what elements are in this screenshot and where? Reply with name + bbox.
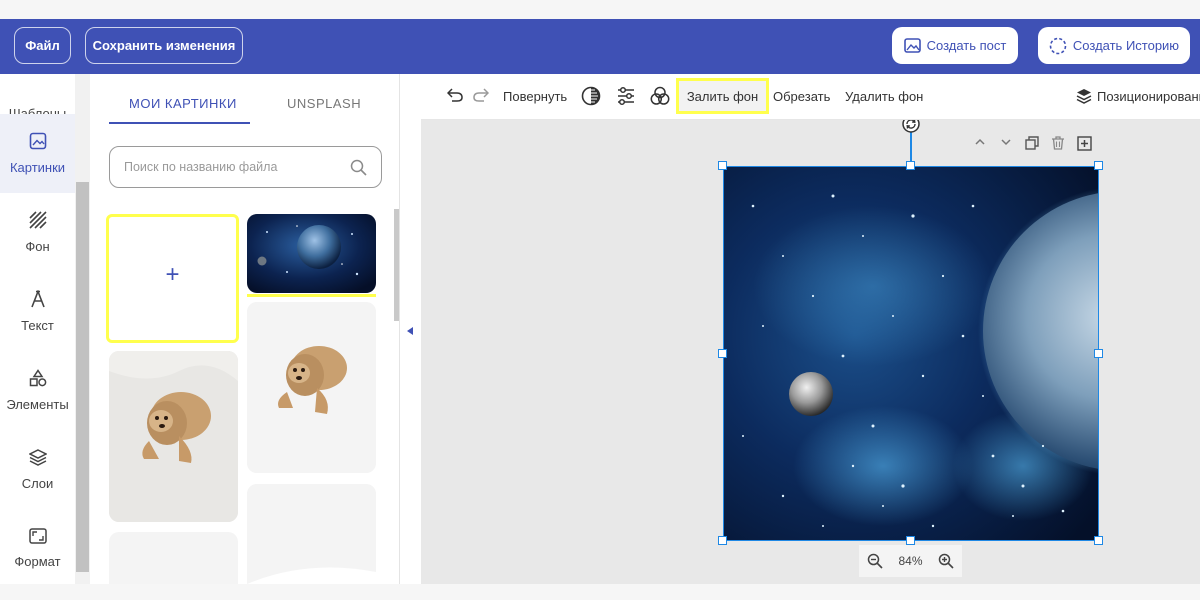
sidebar-item-images[interactable]: Картинки <box>0 114 75 193</box>
selection-frame <box>723 166 1099 541</box>
upload-image-tile[interactable]: + <box>106 214 239 343</box>
sidebar-item-layers[interactable]: Слои <box>0 430 75 509</box>
bottom-strip <box>0 584 1200 600</box>
rotate-handle-icon[interactable] <box>902 120 920 133</box>
top-header: Файл Сохранить изменения Создать пост Со… <box>0 19 1200 74</box>
create-story-label: Создать Историю <box>1072 38 1180 53</box>
create-story-button[interactable]: Создать Историю <box>1038 27 1190 64</box>
shapes-icon <box>29 369 46 387</box>
zoom-in-icon[interactable] <box>938 553 954 569</box>
rotate-button[interactable]: Повернуть <box>503 89 567 104</box>
dog-photo-thumbnail[interactable] <box>109 351 238 522</box>
image-icon <box>903 38 921 53</box>
search-placeholder: Поиск по названию файла <box>124 160 278 174</box>
space-thumbnail-graphic <box>247 214 376 293</box>
sidebar-item-format[interactable]: Формат <box>0 509 75 588</box>
format-icon <box>28 528 47 544</box>
layers-icon <box>28 449 47 466</box>
positioning-button[interactable]: Позиционировани <box>1097 89 1200 104</box>
resize-handle-left[interactable] <box>718 349 727 358</box>
resize-handle-top-right[interactable] <box>1094 161 1103 170</box>
sidebar-item-label: Элементы <box>6 397 69 412</box>
image-thumbnail-placeholder[interactable] <box>109 532 238 584</box>
adjustments-icon[interactable] <box>616 86 636 106</box>
dog-photo-graphic <box>109 351 238 522</box>
left-sidebar: Шаблоны Картинки Фон Текст <box>0 74 92 584</box>
search-input[interactable]: Поиск по названию файла <box>109 146 382 188</box>
create-post-button[interactable]: Создать пост <box>892 27 1018 64</box>
resize-handle-right[interactable] <box>1094 349 1103 358</box>
resize-handle-bottom-left[interactable] <box>718 536 727 545</box>
editor-toolbar: Повернуть Залить фон Обрезать Удалить фо… <box>421 74 1200 120</box>
color-filter-icon[interactable] <box>650 86 670 106</box>
sidebar-item-label: Картинки <box>9 160 66 175</box>
selected-thumbnail-marker <box>247 294 376 297</box>
remove-background-button[interactable]: Удалить фон <box>845 89 923 104</box>
panel-collapse-handle[interactable] <box>400 74 421 584</box>
sidebar-item-elements[interactable]: Элементы <box>0 351 75 430</box>
scrollbar-thumb[interactable] <box>76 182 89 572</box>
search-icon[interactable] <box>350 159 367 176</box>
move-down-icon[interactable] <box>1000 136 1012 148</box>
resize-handle-bottom[interactable] <box>906 536 915 545</box>
placeholder-graphic <box>247 484 376 584</box>
background-pattern-icon <box>28 211 47 229</box>
image-thumbnail-placeholder[interactable] <box>247 484 376 584</box>
undo-icon[interactable] <box>447 88 463 102</box>
space-image-thumbnail[interactable] <box>247 214 376 293</box>
create-post-label: Создать пост <box>926 38 1007 53</box>
zoom-level: 84% <box>898 554 923 568</box>
crop-button[interactable]: Обрезать <box>773 89 830 104</box>
add-icon[interactable] <box>1077 136 1092 151</box>
image-icon <box>29 132 46 150</box>
sidebar-item-label: Текст <box>21 318 54 333</box>
resize-handle-top[interactable] <box>906 161 915 170</box>
zoom-out-icon[interactable] <box>867 553 883 569</box>
images-panel: МОИ КАРТИНКИ UNSPLASH Поиск по названию … <box>92 74 400 584</box>
dog-cutout-graphic <box>247 302 376 473</box>
app-frame: Файл Сохранить изменения Создать пост Со… <box>0 0 1200 600</box>
save-changes-button[interactable]: Сохранить изменения <box>85 27 243 64</box>
sidebar-scrollbar[interactable] <box>75 74 90 584</box>
story-circle-icon <box>1049 37 1067 54</box>
sidebar-item-label: Формат <box>14 554 61 569</box>
editor-canvas: 84% <box>421 120 1200 584</box>
duplicate-icon[interactable] <box>1025 136 1039 150</box>
add-icon: + <box>165 261 180 288</box>
fill-background-button[interactable]: Залить фон <box>676 78 769 114</box>
tab-my-images[interactable]: МОИ КАРТИНКИ <box>129 96 237 111</box>
tab-unsplash[interactable]: UNSPLASH <box>287 96 361 111</box>
sidebar-item-text[interactable]: Текст <box>0 272 75 351</box>
active-tab-indicator <box>109 122 250 124</box>
layers-icon[interactable] <box>1076 88 1092 104</box>
move-up-icon[interactable] <box>974 136 986 148</box>
redo-icon[interactable] <box>473 88 489 102</box>
text-icon <box>30 290 45 308</box>
contrast-icon[interactable] <box>581 86 601 106</box>
collapse-arrow-icon <box>407 327 413 335</box>
zoom-control: 84% <box>859 545 962 577</box>
sidebar-item-label: Слои <box>21 476 54 491</box>
sidebar-item-background[interactable]: Фон <box>0 193 75 272</box>
resize-handle-bottom-right[interactable] <box>1094 536 1103 545</box>
dog-cutout-thumbnail[interactable] <box>247 302 376 473</box>
delete-icon[interactable] <box>1051 136 1065 150</box>
sidebar-item-label: Фон <box>25 239 50 254</box>
resize-handle-top-left[interactable] <box>718 161 727 170</box>
